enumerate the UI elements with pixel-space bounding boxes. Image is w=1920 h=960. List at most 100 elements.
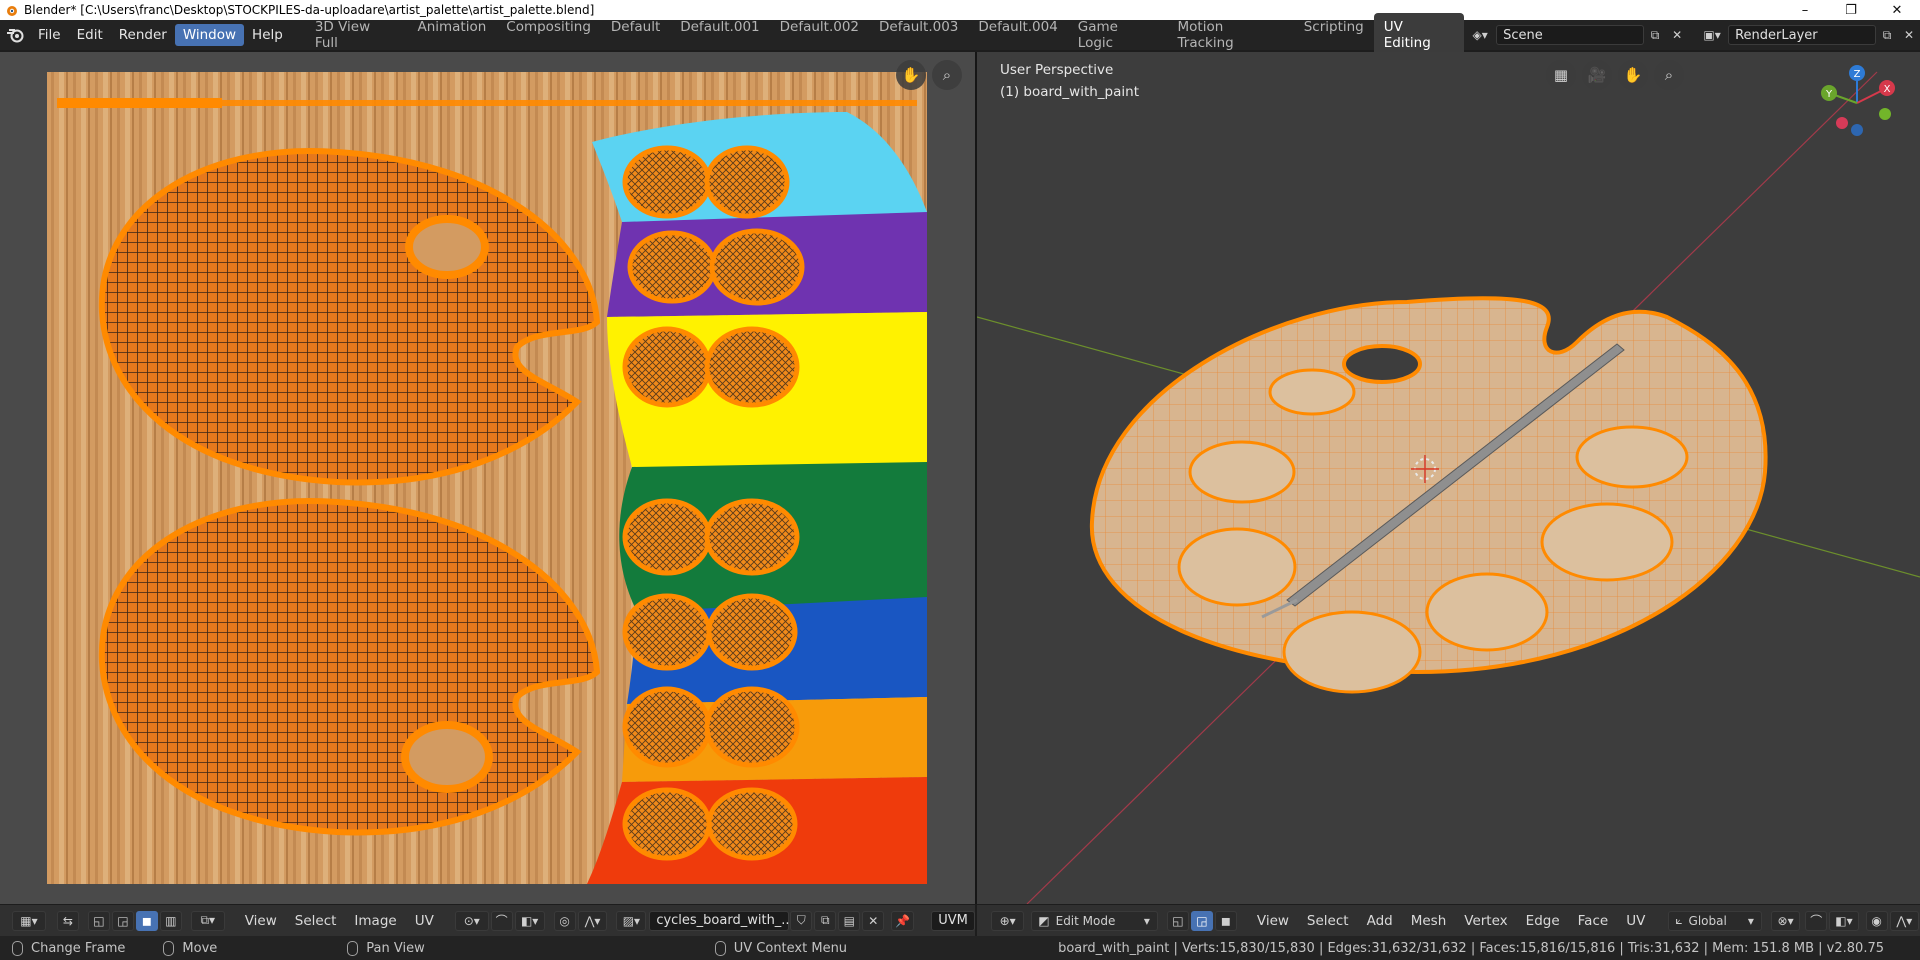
pivot-point-icon[interactable]: ⊙▾ [454, 910, 489, 931]
mouse-middle-icon [163, 940, 175, 956]
delete-layer-icon[interactable]: ✕ [1898, 25, 1920, 45]
vp-proportional-icon[interactable]: ◉ [1865, 910, 1888, 931]
render-layer-field[interactable]: RenderLayer [1728, 25, 1877, 45]
vp-snap-icon[interactable]: ⌒ [1805, 910, 1828, 931]
3d-viewport[interactable]: User Perspective (1) board_with_paint ▦ … [977, 52, 1920, 904]
select-face-icon[interactable]: ◼ [135, 910, 158, 931]
menu-file[interactable]: File [30, 24, 69, 46]
blender-menu-icon[interactable] [0, 27, 30, 43]
pan-hand-icon[interactable]: ✋ [896, 60, 926, 90]
vp-snap-target-icon[interactable]: ◧▾ [1829, 910, 1859, 931]
transform-orientation-selector[interactable]: ⟀ Global ▾ [1668, 910, 1762, 931]
editor-type-icon[interactable]: ▦▾ [12, 910, 46, 931]
uv-menu-select[interactable]: Select [286, 913, 346, 929]
viewport-zoom-icon[interactable]: ⌕ [1654, 60, 1684, 90]
close-button[interactable]: ✕ [1874, 0, 1920, 20]
vp-menu-select[interactable]: Select [1298, 913, 1358, 929]
vertex-select-icon[interactable]: ◱ [1166, 910, 1189, 931]
tab-game-logic[interactable]: Game Logic [1068, 13, 1168, 57]
tab-default[interactable]: Default [601, 13, 670, 57]
viewport-pan-icon[interactable]: ✋ [1618, 60, 1648, 90]
viewport-object-label: (1) board_with_paint [1000, 84, 1139, 100]
uv-menu-uv[interactable]: UV [406, 913, 443, 929]
mouse-middle-drag-icon [347, 940, 359, 956]
menu-edit[interactable]: Edit [69, 24, 111, 46]
snap-icon[interactable]: ⌒ [490, 910, 513, 931]
minimize-button[interactable]: – [1782, 0, 1828, 20]
tab-animation[interactable]: Animation [407, 13, 496, 57]
unlink-image-icon[interactable]: ✕ [862, 910, 885, 931]
view-layer-icon[interactable]: ▣▾ [1696, 25, 1728, 45]
menu-help[interactable]: Help [244, 24, 291, 46]
select-edge-icon[interactable]: ◲ [111, 910, 134, 931]
viewport-perspective-label: User Perspective [1000, 62, 1114, 78]
vp-menu-face[interactable]: Face [1569, 913, 1618, 929]
tab-uv-editing[interactable]: UV Editing [1373, 13, 1465, 57]
falloff-icon[interactable]: ⋀▾ [577, 910, 608, 931]
fake-user-icon[interactable]: ⛉ [790, 910, 813, 931]
face-select-icon[interactable]: ◼ [1214, 910, 1237, 931]
menu-window[interactable]: Window [174, 24, 245, 46]
vp-falloff-icon[interactable]: ⋀▾ [1889, 910, 1920, 931]
uv-map-field[interactable]: UVM [931, 910, 976, 931]
image-browse-icon[interactable]: ▨▾ [616, 910, 647, 931]
select-island-icon[interactable]: ▥ [159, 910, 182, 931]
scene-statistics: board_with_paint | Verts:15,830/15,830 |… [1058, 940, 1884, 956]
top-bar: File Edit Render Window Help 3D View Ful… [0, 13, 1920, 57]
status-pan-view: Pan View [366, 940, 425, 956]
vp-menu-uv[interactable]: UV [1617, 913, 1654, 929]
toggle-camera-grid-icon[interactable]: ▦ [1546, 60, 1576, 90]
navigation-gizmo[interactable]: Z X Y [1817, 58, 1917, 148]
edit-mode-icon: ◩ [1038, 913, 1050, 928]
proportional-edit-icon[interactable]: ◎ [553, 910, 576, 931]
vp-menu-vertex[interactable]: Vertex [1455, 913, 1516, 929]
tab-motion-tracking[interactable]: Motion Tracking [1168, 13, 1294, 57]
status-hint-change-frame: Change Frame [0, 940, 125, 956]
new-layer-icon[interactable]: ⧉ [1876, 25, 1898, 45]
tab-default-002[interactable]: Default.002 [770, 13, 869, 57]
sync-selection-icon[interactable]: ⇆ [56, 910, 79, 931]
tab-scripting[interactable]: Scripting [1294, 13, 1374, 57]
vp-menu-view[interactable]: View [1248, 913, 1298, 929]
orientation-label: Global [1688, 913, 1727, 928]
tab-default-003[interactable]: Default.003 [869, 13, 968, 57]
scene-selector-icon[interactable]: ◈▾ [1464, 25, 1496, 45]
status-bar: Change Frame Move Pan View UV Context Me… [0, 936, 1920, 960]
edge-select-icon[interactable]: ◲ [1190, 910, 1213, 931]
open-image-icon[interactable]: ▤ [838, 910, 861, 931]
tab-default-004[interactable]: Default.004 [968, 13, 1067, 57]
pin-icon[interactable]: 📌 [891, 910, 915, 931]
maximize-button[interactable]: ❐ [1828, 0, 1874, 20]
camera-view-icon[interactable]: 🎥 [1582, 60, 1612, 90]
gizmo-z-label: Z [1854, 69, 1861, 80]
zoom-icon[interactable]: ⌕ [932, 60, 962, 90]
uv-menu-view[interactable]: View [236, 913, 286, 929]
tab-default-001[interactable]: Default.001 [670, 13, 769, 57]
pivot-icon[interactable]: ⊗▾ [1770, 910, 1801, 931]
delete-scene-icon[interactable]: ✕ [1666, 25, 1688, 45]
new-image-icon[interactable]: ⧉ [814, 910, 837, 931]
vp-menu-add[interactable]: Add [1358, 913, 1402, 929]
mouse-left-icon [12, 940, 23, 956]
menu-render[interactable]: Render [111, 24, 175, 46]
mode-label: Edit Mode [1055, 913, 1116, 928]
select-vertex-icon[interactable]: ◱ [87, 910, 110, 931]
scene-field[interactable]: Scene [1496, 25, 1645, 45]
new-scene-icon[interactable]: ⧉ [1644, 25, 1666, 45]
status-hint-move: Move [163, 940, 217, 956]
image-name-field[interactable]: cycles_board_with_... [649, 910, 794, 931]
mouse-right-icon [714, 940, 726, 956]
uv-editor[interactable]: ✋ ⌕ [0, 52, 975, 904]
vp-menu-mesh[interactable]: Mesh [1402, 913, 1456, 929]
uv-menu-image[interactable]: Image [345, 913, 405, 929]
workspace-tabs: 3D View Full Animation Compositing Defau… [305, 13, 1465, 57]
mode-selector[interactable]: ◩ Edit Mode ▾ [1031, 910, 1158, 931]
vp-menu-edge[interactable]: Edge [1517, 913, 1569, 929]
tab-compositing[interactable]: Compositing [496, 13, 601, 57]
sticky-select-icon[interactable]: ⧉▾ [190, 910, 225, 931]
status-hint-context: UV Context Menu [703, 940, 847, 956]
uv-texture-image[interactable] [47, 72, 927, 884]
viewport-editor-type-icon[interactable]: ⊕▾ [991, 910, 1025, 931]
snap-target-icon[interactable]: ◧▾ [514, 910, 545, 931]
tab-3d-view-full[interactable]: 3D View Full [305, 13, 408, 57]
